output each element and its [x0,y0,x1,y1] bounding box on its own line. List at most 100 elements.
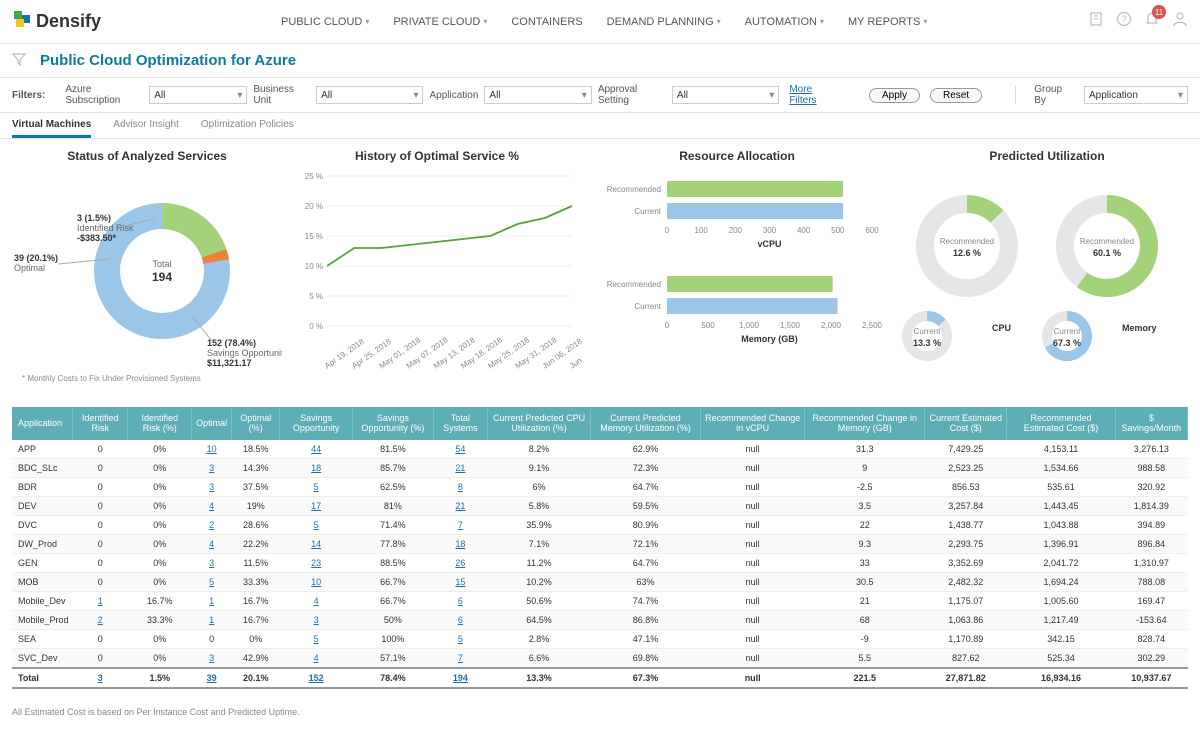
table-cell[interactable]: 5 [280,477,353,496]
table-cell[interactable]: 7 [433,648,487,668]
table-cell[interactable]: 10 [192,440,232,459]
table-cell[interactable]: 6 [433,610,487,629]
table-cell[interactable]: 3 [280,610,353,629]
table-cell[interactable]: 3 [192,553,232,572]
reset-button[interactable]: Reset [930,88,982,103]
nav-containers[interactable]: CONTAINERS [511,16,582,28]
col-header[interactable]: Savings Opportunity [280,407,353,440]
table-cell[interactable]: 4 [280,648,353,668]
nav-private-cloud[interactable]: PRIVATE CLOUD▾ [393,16,487,28]
col-header[interactable]: Current Predicted CPU Utilization (%) [488,407,591,440]
table-cell[interactable]: 4 [192,534,232,553]
table-cell: 30.5 [805,572,925,591]
table-cell[interactable]: 15 [433,572,487,591]
notification-badge: 11 [1152,5,1166,19]
table-cell[interactable]: 5 [192,572,232,591]
tab-advisor-insight[interactable]: Advisor Insight [113,119,179,138]
table-cell[interactable]: 152 [280,668,353,688]
table-cell: 4,153.11 [1007,440,1115,459]
col-header[interactable]: Identified Risk [73,407,128,440]
more-filters-link[interactable]: More Filters [789,84,839,106]
col-header[interactable]: Savings Opportunity (%) [352,407,433,440]
nav-automation[interactable]: AUTOMATION▾ [745,16,824,28]
nav-public-cloud[interactable]: PUBLIC CLOUD▾ [281,16,369,28]
filter-select-business-unit[interactable]: All▾ [316,86,423,104]
table-cell: null [700,591,805,610]
col-header[interactable]: Current Predicted Memory Utilization (%) [591,407,701,440]
export-icon[interactable] [1088,11,1104,32]
table-cell: -153.64 [1115,610,1187,629]
logo[interactable]: Densify [12,9,101,34]
table-cell[interactable]: 4 [192,496,232,515]
user-icon[interactable] [1172,11,1188,32]
tab-optimization-policies[interactable]: Optimization Policies [201,119,294,138]
notification-icon[interactable]: 11 [1144,11,1160,32]
table-row: BDC_SLc00%314.3%1885.7%219.1%72.3%null92… [12,458,1188,477]
col-header[interactable]: Recommended Change in Memory (GB) [805,407,925,440]
col-header[interactable]: Total Systems [433,407,487,440]
table-cell[interactable]: 8 [433,477,487,496]
table-cell[interactable]: 17 [280,496,353,515]
table-cell[interactable]: 18 [280,458,353,477]
table-cell[interactable]: 6 [433,591,487,610]
table-cell[interactable]: 1 [192,591,232,610]
table-cell[interactable]: 14 [280,534,353,553]
table-cell[interactable]: 1 [192,610,232,629]
svg-text:300: 300 [763,226,777,235]
filter-select-approval-setting[interactable]: All▾ [672,86,779,104]
table-cell: Total [12,668,73,688]
status-chart-title: Status of Analyzed Services [12,149,282,163]
allocation-bars: RecommendedCurrent0100200300400500600vCP… [592,171,882,371]
table-cell: -9 [805,629,925,648]
table-cell: DW_Prod [12,534,73,553]
filter-select-azure-subscription[interactable]: All▾ [149,86,247,104]
table-cell: 856.53 [925,477,1007,496]
table-cell[interactable]: 21 [433,458,487,477]
col-header[interactable]: $ Savings/Month [1115,407,1187,440]
table-cell[interactable]: 0 [192,629,232,648]
col-header[interactable]: Identified Risk (%) [128,407,192,440]
page-title-row: Public Cloud Optimization for Azure [0,44,1200,78]
table-cell[interactable]: 21 [433,496,487,515]
table-cell[interactable]: 3 [73,668,128,688]
help-icon[interactable]: ? [1116,11,1132,32]
col-header[interactable]: Optimal [192,407,232,440]
groupby-select[interactable]: Application▾ [1084,86,1188,104]
svg-text:600: 600 [865,226,879,235]
table-cell[interactable]: 5 [433,629,487,648]
nav-my-reports[interactable]: MY REPORTS▾ [848,16,927,28]
table-cell: null [700,515,805,534]
col-header[interactable]: Current Estimated Cost ($) [925,407,1007,440]
filter-select-application[interactable]: All▾ [484,86,591,104]
table-cell: 9.1% [488,458,591,477]
table-cell[interactable]: 54 [433,440,487,459]
table-cell[interactable]: 7 [433,515,487,534]
table-cell[interactable]: 26 [433,553,487,572]
table-cell[interactable]: 3 [192,477,232,496]
nav-demand-planning[interactable]: DEMAND PLANNING▾ [607,16,721,28]
col-header[interactable]: Recommended Change in vCPU [700,407,805,440]
col-header[interactable]: Application [12,407,73,440]
tab-virtual-machines[interactable]: Virtual Machines [12,119,91,138]
table-cell: 16.7% [232,591,280,610]
col-header[interactable]: Optimal (%) [232,407,280,440]
apply-button[interactable]: Apply [869,88,920,103]
table-cell[interactable]: 194 [433,668,487,688]
table-cell[interactable]: 39 [192,668,232,688]
table-cell[interactable]: 10 [280,572,353,591]
svg-text:20 %: 20 % [305,202,323,211]
table-cell[interactable]: 5 [280,515,353,534]
table-cell[interactable]: 3 [192,648,232,668]
table-cell[interactable]: 18 [433,534,487,553]
table-cell[interactable]: 44 [280,440,353,459]
table-cell: 1,217.49 [1007,610,1115,629]
table-cell[interactable]: 3 [192,458,232,477]
table-cell: 50.6% [488,591,591,610]
table-cell: 0% [128,458,192,477]
table-cell[interactable]: 5 [280,629,353,648]
col-header[interactable]: Recommended Estimated Cost ($) [1007,407,1115,440]
table-cell[interactable]: 4 [280,591,353,610]
table-cell[interactable]: 23 [280,553,353,572]
filter-icon[interactable] [12,52,26,69]
table-cell[interactable]: 2 [192,515,232,534]
